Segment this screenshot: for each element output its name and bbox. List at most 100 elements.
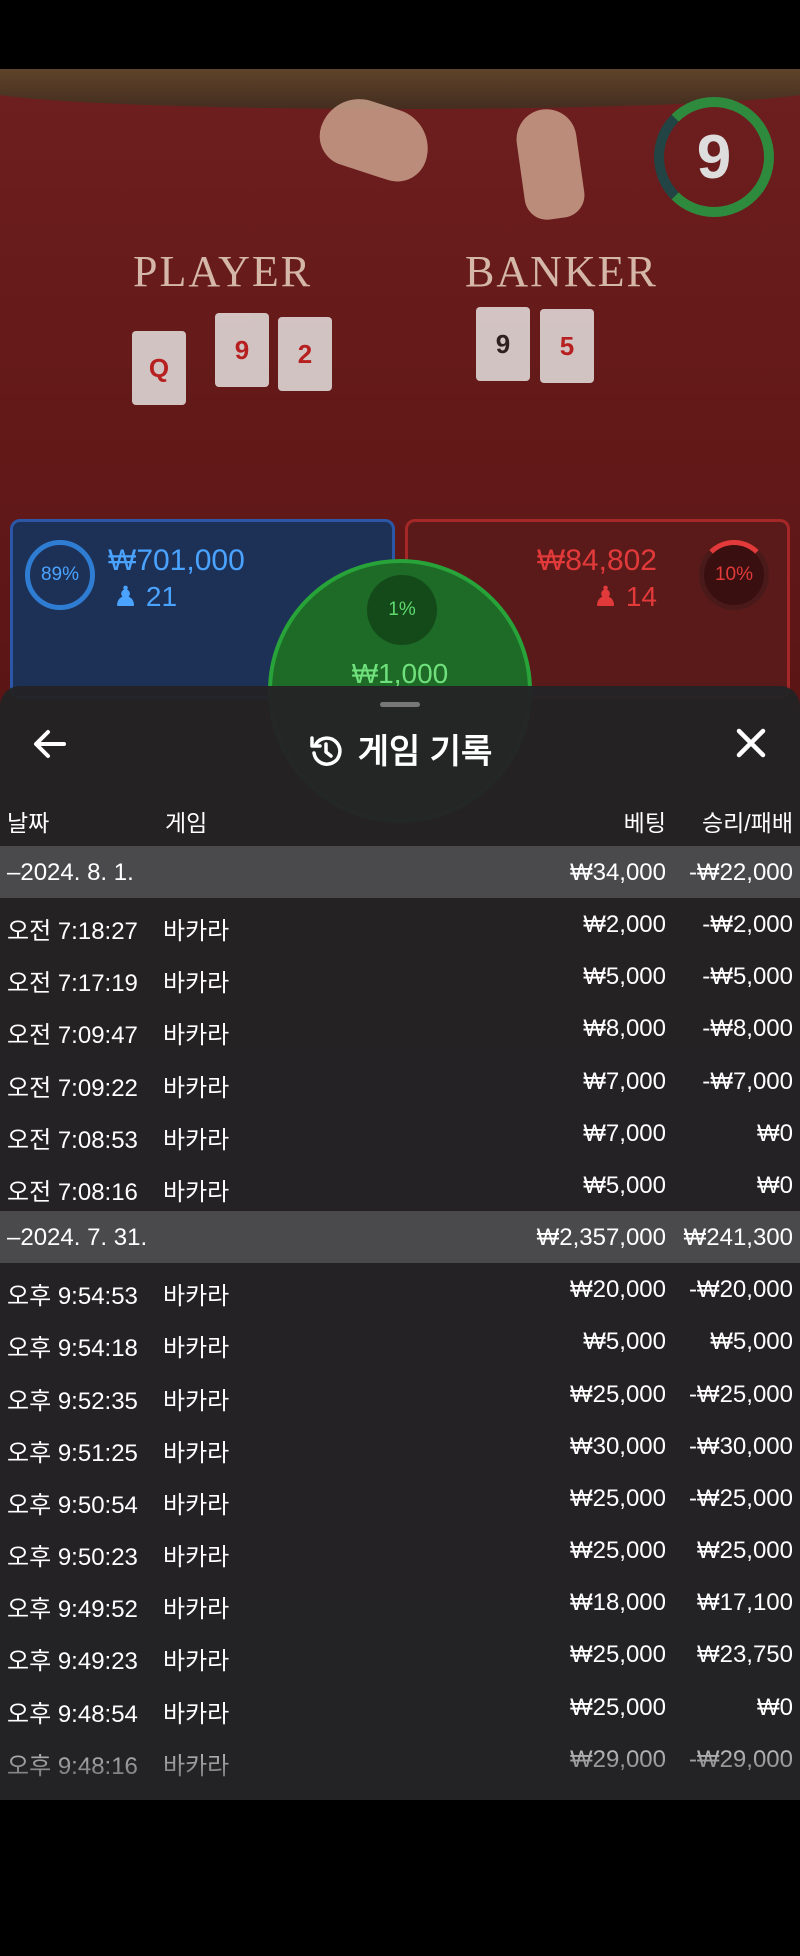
row-bet: ₩29,000 [569,1745,666,1773]
row-bet: ₩7,000 [583,1067,666,1095]
history-row[interactable]: 오후 9:49:23 바카라 ₩25,000 ₩23,750 [0,1628,800,1680]
row-bet: ₩20,000 [569,1276,666,1304]
history-row[interactable]: 오전 7:18:27 바카라 ₩2,000 -₩2,000 [0,898,800,950]
row-game: 바카라 [163,1700,230,1728]
user-icon: ♟ [592,581,626,612]
row-result: ₩25,000 [696,1537,793,1565]
row-time: 오전 7:09:47 [7,1022,138,1050]
player-count: 21 [145,581,178,612]
row-time: 오후 9:49:52 [7,1596,138,1624]
row-result: ₩0 [757,1171,793,1199]
history-row[interactable]: 오후 9:48:54 바카라 ₩25,000 ₩0 [0,1681,800,1733]
history-row[interactable]: 오후 9:50:54 바카라 ₩25,000 -₩25,000 [0,1472,800,1524]
group-bet-total: ₩2,357,000 [536,1224,666,1252]
row-result: -₩25,000 [688,1484,793,1512]
row-game: 바카라 [163,1335,230,1363]
col-game: 게임 [165,810,208,836]
group-result-total: ₩241,300 [683,1224,793,1252]
history-row[interactable]: 오전 7:09:47 바카라 ₩8,000 -₩8,000 [0,1002,800,1054]
row-game: 바카라 [163,1491,230,1519]
history-row[interactable]: 오후 9:49:52 바카라 ₩18,000 ₩17,100 [0,1576,800,1628]
row-bet: ₩18,000 [569,1589,666,1617]
row-time: 오후 9:54:53 [7,1283,138,1311]
row-result: ₩0 [757,1693,793,1721]
banker-count: 14 [625,581,657,612]
row-game: 바카라 [163,1074,230,1102]
history-row[interactable]: 오전 7:08:16 바카라 ₩5,000 ₩0 [0,1159,800,1211]
banker-amount: ₩84,802 [536,544,657,577]
row-time: 오후 9:49:23 [7,1648,138,1676]
col-date: 날짜 [7,810,50,836]
row-result: -₩20,000 [688,1276,793,1304]
row-game: 바카라 [163,1544,230,1572]
player-card-2: 9 [215,313,269,387]
row-bet: ₩30,000 [569,1432,666,1460]
column-headers: 날짜 게임 베팅 승리/패배 [0,804,800,844]
player-pct-ring: 89% [25,540,95,610]
row-time: 오후 9:52:35 [7,1387,138,1415]
game-history-sheet: 게임 기록 날짜 게임 베팅 승리/패배 –2024. 8. 1. ₩34,000… [0,686,800,1800]
row-result: -₩29,000 [688,1745,793,1773]
sheet-title: 게임 기록 [357,733,493,771]
history-row[interactable]: 오후 9:52:35 바카라 ₩25,000 -₩25,000 [0,1368,800,1420]
history-row[interactable]: 오후 9:54:18 바카라 ₩5,000 ₩5,000 [0,1315,800,1367]
row-result: -₩7,000 [702,1067,793,1095]
row-time: 오후 9:50:54 [7,1491,138,1519]
row-time: 오전 7:09:22 [7,1074,138,1102]
dealer-hand-right [512,105,588,223]
date-group-header[interactable]: –2024. 8. 1. ₩34,000 -₩22,000 [0,846,800,898]
row-bet: ₩7,000 [583,1119,666,1147]
player-label: PLAYER [133,247,313,296]
banker-card-1: 9 [476,307,530,381]
row-bet: ₩5,000 [583,1171,666,1199]
banker-pct-ring: 10% [699,540,769,610]
history-row[interactable]: 오후 9:48:16 바카라 ₩29,000 -₩29,000 [0,1733,800,1785]
row-game: 바카라 [163,970,230,998]
row-result: -₩25,000 [688,1380,793,1408]
banker-label: BANKER [465,247,658,296]
tie-pct: 1% [367,575,437,645]
user-icon: ♟ [113,581,146,612]
sheet-title-wrap: 게임 기록 [0,724,800,773]
history-row[interactable]: 오후 9:51:25 바카라 ₩30,000 -₩30,000 [0,1420,800,1472]
row-bet: ₩5,000 [583,1328,666,1356]
col-bet: 베팅 [623,810,666,836]
row-time: 오전 7:18:27 [7,918,138,945]
date-group-header[interactable]: –2024. 7. 31. ₩2,357,000 ₩241,300 [0,1211,800,1264]
history-row[interactable]: 오전 7:08:53 바카라 ₩7,000 ₩0 [0,1107,800,1159]
group-date: –2024. 7. 31. [7,1224,148,1252]
history-row[interactable]: 오전 7:17:19 바카라 ₩5,000 -₩5,000 [0,950,800,1002]
col-result: 승리/패배 [701,810,793,836]
group-date: –2024. 8. 1. [7,859,134,886]
row-game: 바카라 [163,1387,230,1415]
row-result: ₩5,000 [710,1328,793,1356]
countdown-timer: 9 [654,97,774,217]
close-button[interactable] [728,720,774,766]
row-time: 오후 9:48:54 [7,1700,138,1728]
row-result: ₩23,750 [696,1641,793,1669]
row-game: 바카라 [163,1178,230,1206]
row-bet: ₩25,000 [569,1484,666,1512]
history-row[interactable]: 오후 9:50:23 바카라 ₩25,000 ₩25,000 [0,1524,800,1576]
history-row[interactable]: 오후 9:54:53 바카라 ₩20,000 -₩20,000 [0,1263,800,1315]
row-time: 오후 9:48:16 [7,1752,138,1780]
row-result: -₩2,000 [702,911,793,938]
row-game: 바카라 [163,1648,230,1676]
group-bet-total: ₩34,000 [569,859,666,886]
row-result: ₩17,100 [696,1589,793,1617]
row-game: 바카라 [163,918,230,945]
row-result: -₩5,000 [702,963,793,991]
history-list: –2024. 8. 1. ₩34,000 -₩22,000 오전 7:18:27 바카라… [0,846,800,1785]
timer-value: 9 [696,122,732,192]
group-result-total: -₩22,000 [688,859,793,886]
row-bet: ₩25,000 [569,1641,666,1669]
history-row[interactable]: 오전 7:09:22 바카라 ₩7,000 -₩7,000 [0,1055,800,1107]
sheet-header: 게임 기록 [0,686,800,796]
table-rail [0,69,800,109]
close-icon [736,728,766,758]
player-card-3: 2 [278,317,332,391]
row-bet: ₩8,000 [583,1015,666,1043]
player-amount: ₩701,000 [108,544,245,577]
row-bet: ₩2,000 [583,911,666,938]
row-game: 바카라 [163,1283,230,1311]
